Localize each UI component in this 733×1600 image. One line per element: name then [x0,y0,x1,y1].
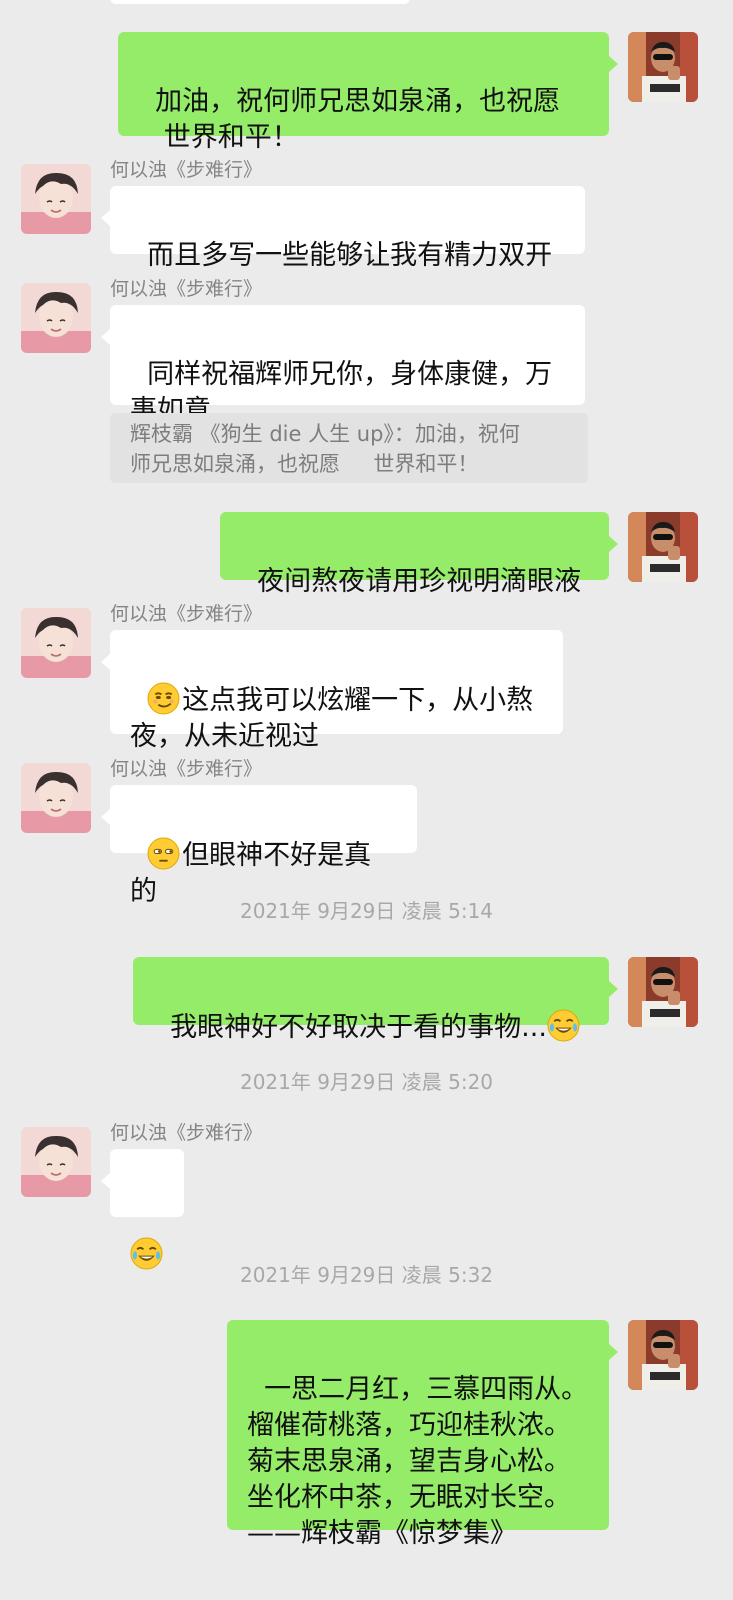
tears-of-joy-emoji-icon [547,1009,580,1042]
incoming-message-bubble[interactable]: 但眼神不好是真的 [101,785,417,907]
incoming-message-bubble[interactable]: 同样祝福辉师兄你，身体康健，万 事如意 [101,305,585,426]
message-text: 夜间熬夜请用珍视明滴眼液 [257,566,582,597]
smirk-emoji-icon [147,682,180,715]
message-text: 而且多写一些能够让我有精力双开 [147,240,553,271]
sender-name: 何以浊《步难行》 [110,1122,263,1144]
unamused-emoji-icon [147,837,180,870]
outgoing-message-bubble[interactable]: 加油，祝何师兄思如泉涌，也祝愿 世界和平！ [118,32,618,153]
timestamp: 2021年 9月29日 凌晨 5:20 [239,1070,494,1094]
contact-avatar[interactable] [21,1127,91,1197]
self-avatar[interactable] [628,512,698,582]
contact-avatar[interactable] [21,164,91,234]
sender-name: 何以浊《步难行》 [110,159,263,181]
quoted-message[interactable]: 辉枝霸 《狗生 die 人生 up》：加油，祝何 师兄思如泉涌，也祝愿 世界和平… [110,413,588,483]
outgoing-message-bubble[interactable]: 我眼神好不好取决于看的事物... [133,957,618,1043]
incoming-message-bubble[interactable] [101,1149,184,1270]
sender-name: 何以浊《步难行》 [110,603,263,625]
self-avatar[interactable] [628,32,698,102]
self-avatar[interactable] [628,957,698,1027]
previous-message-bubble[interactable] [110,0,410,4]
timestamp: 2021年 9月29日 凌晨 5:14 [239,899,494,923]
outgoing-message-bubble[interactable]: 一思二月红，三慕四雨从。 榴催荷桃落，巧迎桂秋浓。 菊末思泉涌，望吉身心松。 坐… [227,1320,618,1549]
message-text: 这点我可以炫耀一下，从小熬 夜，从未近视过 [130,685,534,752]
outgoing-message-bubble[interactable]: 夜间熬夜请用珍视明滴眼液 [220,512,618,597]
timestamp: 2021年 9月29日 凌晨 5:32 [239,1263,494,1287]
message-text: 一思二月红，三慕四雨从。 榴催荷桃落，巧迎桂秋浓。 菊末思泉涌，望吉身心松。 坐… [247,1374,589,1549]
message-text: 加油，祝何师兄思如泉涌，也祝愿 世界和平！ [155,86,561,153]
sender-name: 何以浊《步难行》 [110,758,263,780]
message-text: 我眼神好不好取决于看的事物... [170,1012,547,1043]
contact-avatar[interactable] [21,763,91,833]
contact-avatar[interactable] [21,608,91,678]
contact-avatar[interactable] [21,283,91,353]
self-avatar[interactable] [628,1320,698,1390]
sender-name: 何以浊《步难行》 [110,278,263,300]
incoming-message-bubble[interactable]: 而且多写一些能够让我有精力双开 [101,186,585,271]
incoming-message-bubble[interactable]: 这点我可以炫耀一下，从小熬 夜，从未近视过 [101,630,563,752]
